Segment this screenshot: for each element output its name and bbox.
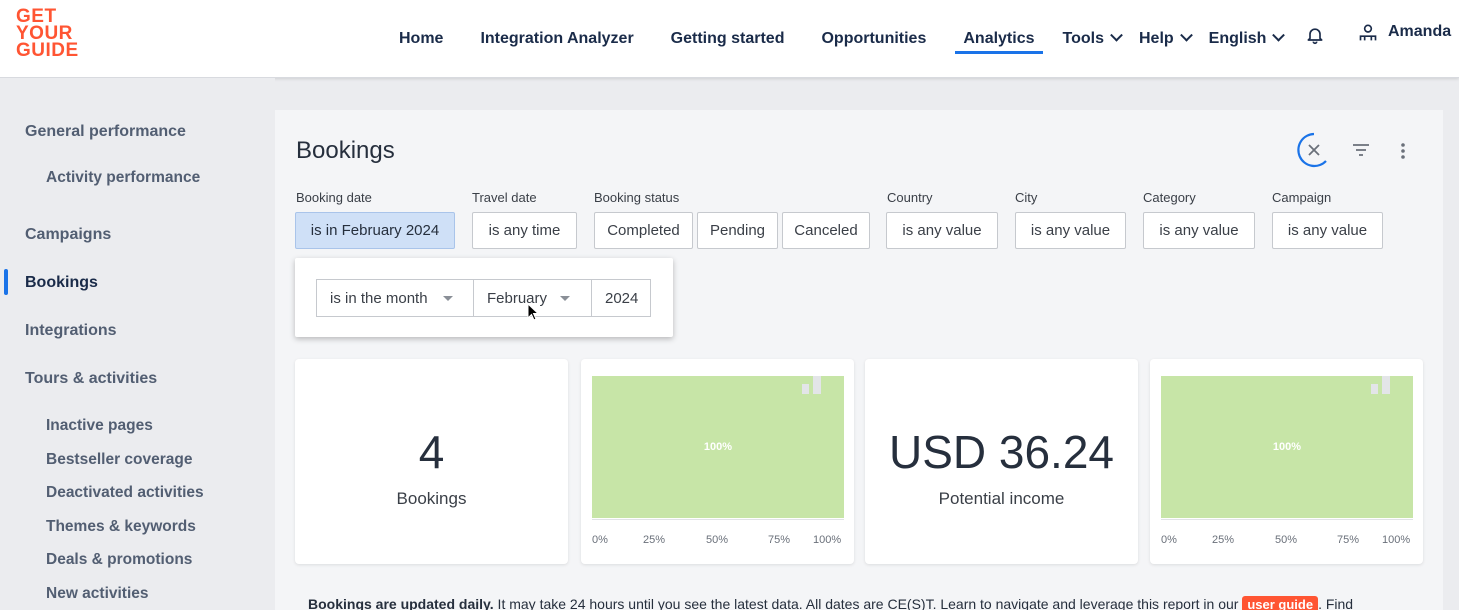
nav-label: Help (1138, 30, 1174, 47)
sidebar-item-bestseller-coverage[interactable]: Bestseller coverage (46, 451, 192, 469)
bell-icon[interactable] (1305, 24, 1325, 46)
sidebar-item-themes-keywords[interactable]: Themes & keywords (46, 518, 196, 536)
user-icon (1359, 24, 1377, 41)
city-filter-chip[interactable]: is any value (1015, 212, 1126, 249)
axis-tick-label: 50% (706, 534, 729, 546)
dropdown-caret-icon (443, 296, 453, 301)
axis-tick-label: 100% (1382, 534, 1411, 546)
axis-tick-label: 50% (1275, 534, 1298, 546)
travel-date-filter-chip[interactable]: is any time (472, 212, 577, 249)
bar-chart-icon (802, 376, 821, 394)
chevron-down-icon (1110, 28, 1123, 42)
main-nav: Home Integration Analyzer Getting starte… (380, 0, 1286, 78)
potential-income-card: USD 36.24 Potential income (865, 359, 1138, 564)
bookings-panel: Bookings Booking date Travel date Bookin… (275, 110, 1443, 610)
category-filter-chip[interactable]: is any value (1143, 212, 1255, 249)
axis-line (592, 519, 844, 520)
bookings-completion-card: 100% 0% 25% 50% 75% 100% (581, 359, 854, 564)
date-operator-select[interactable]: is in the month (316, 279, 474, 317)
status-canceled-chip[interactable]: Canceled (782, 212, 870, 249)
axis-tick-label: 25% (1212, 534, 1235, 546)
bar-chart-icon (1371, 376, 1390, 394)
nav-analytics[interactable]: Analytics (955, 0, 1043, 78)
getyourguide-logo[interactable]: GET YOUR GUIDE (16, 7, 86, 64)
nav-label: English (1208, 30, 1267, 47)
sidebar-item-new-activities[interactable]: New activities (46, 585, 149, 603)
nav-label: Integration Analyzer (480, 30, 634, 47)
income-completion-card: 100% 0% 25% 50% 75% 100% (1150, 359, 1423, 564)
axis-tick-label: 25% (643, 534, 666, 546)
status-completed-chip[interactable]: Completed (594, 212, 693, 249)
nav-help[interactable]: Help (1138, 0, 1193, 78)
sidebar-item-tours-activities[interactable]: Tours & activities (25, 370, 157, 388)
note-tail: . Find (1318, 596, 1354, 610)
status-pending-chip[interactable]: Pending (697, 212, 778, 249)
active-indicator (4, 269, 8, 295)
more-vert-icon[interactable] (1399, 142, 1407, 160)
completion-bar-label: 100% (1272, 441, 1302, 453)
loading-close-icon[interactable] (1296, 132, 1332, 168)
nav-label: Getting started (670, 30, 785, 47)
axis-line (1161, 519, 1413, 520)
date-operator-value: is in the month (330, 289, 428, 307)
top-navigation-bar: GET YOUR GUIDE Home Integration Analyzer… (0, 0, 1459, 78)
chevron-down-icon (1272, 28, 1286, 42)
filter-label-travel-date: Travel date (472, 190, 537, 205)
sidebar-item-bookings[interactable]: Bookings (25, 274, 98, 292)
user-name: Amanda (1388, 23, 1452, 40)
sidebar-item-integrations[interactable]: Integrations (25, 322, 117, 340)
nav-home[interactable]: Home (399, 0, 443, 78)
axis-tick-label: 0% (592, 534, 608, 546)
nav-getting-started[interactable]: Getting started (671, 0, 785, 78)
country-filter-chip[interactable]: is any value (886, 212, 998, 249)
data-freshness-note: Bookings are updated daily. It may take … (308, 596, 1353, 610)
filter-icon[interactable] (1352, 143, 1370, 157)
nav-label: Analytics (963, 30, 1035, 47)
nav-integration-analyzer[interactable]: Integration Analyzer (480, 0, 633, 78)
filter-label-city: City (1015, 190, 1038, 205)
bookings-count-caption: Bookings (396, 489, 467, 508)
axis-tick-label: 100% (813, 534, 842, 546)
axis-tick-label: 0% (1161, 534, 1177, 546)
bookings-count-value: 4 (418, 426, 445, 478)
sidebar-item-general-performance[interactable]: General performance (25, 123, 186, 141)
user-guide-link[interactable]: user guide (1242, 596, 1319, 610)
page-title: Bookings (296, 137, 395, 164)
potential-income-value: USD 36.24 (888, 426, 1114, 478)
potential-income-caption: Potential income (938, 489, 1065, 508)
sidebar-item-deactivated-activities[interactable]: Deactivated activities (46, 484, 204, 502)
booking-date-popover: is in the month February 2024 (295, 258, 673, 337)
logo-line: GUIDE (16, 40, 79, 61)
note-bold: Bookings are updated daily. (308, 596, 494, 610)
filter-label-booking-date: Booking date (296, 190, 372, 205)
chevron-down-icon (1179, 28, 1193, 42)
sidebar-item-activity-performance[interactable]: Activity performance (46, 169, 200, 187)
nav-label: Tools (1062, 30, 1104, 47)
nav-label: Home (399, 30, 444, 47)
note-text: It may take 24 hours until you see the l… (493, 596, 1243, 610)
bookings-count-card: 4 Bookings (295, 359, 568, 564)
axis-tick-label: 75% (1337, 534, 1360, 546)
user-menu[interactable]: Amanda (1358, 22, 1451, 42)
filter-label-country: Country (887, 190, 933, 205)
nav-opportunities[interactable]: Opportunities (821, 0, 926, 78)
booking-date-filter-chip[interactable]: is in February 2024 (295, 212, 455, 249)
axis-tick-label: 75% (768, 534, 791, 546)
sidebar-item-campaigns[interactable]: Campaigns (25, 226, 111, 244)
filter-label-category: Category (1143, 190, 1196, 205)
mouse-pointer-icon (527, 303, 540, 321)
filter-label-booking-status: Booking status (594, 190, 680, 205)
campaign-filter-chip[interactable]: is any value (1272, 212, 1383, 249)
nav-tools[interactable]: Tools (1062, 0, 1123, 78)
year-input[interactable]: 2024 (591, 279, 651, 317)
filter-label-campaign: Campaign (1272, 190, 1332, 205)
completion-bar-label: 100% (703, 441, 733, 453)
nav-label: Opportunities (821, 30, 927, 47)
year-value: 2024 (605, 289, 639, 307)
sidebar-item-deals-promotions[interactable]: Deals & promotions (46, 551, 192, 569)
sidebar: General performance Activity performance… (0, 78, 275, 610)
dropdown-caret-icon (560, 296, 570, 301)
nav-language[interactable]: English (1208, 0, 1286, 78)
sidebar-item-inactive-pages[interactable]: Inactive pages (46, 417, 153, 435)
